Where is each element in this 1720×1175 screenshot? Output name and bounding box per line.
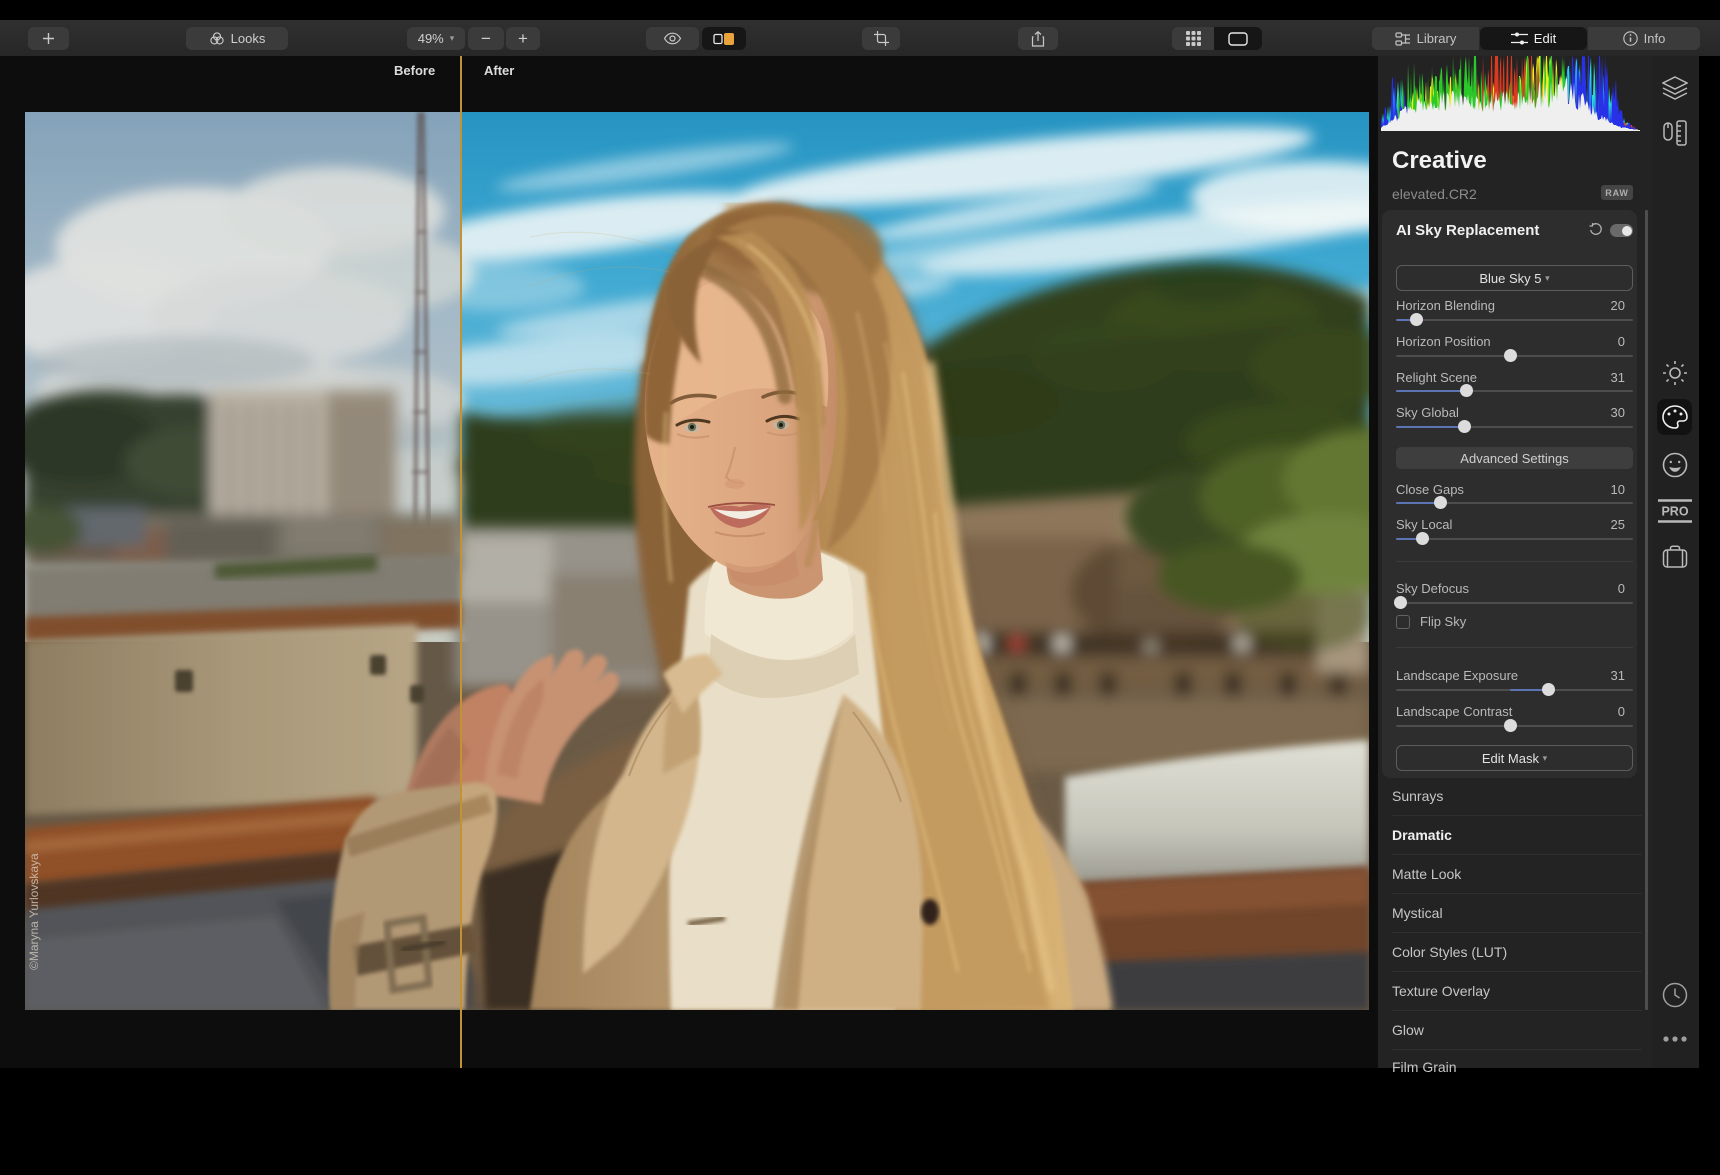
svg-text:©Maryna Yurlovskaya: ©Maryna Yurlovskaya xyxy=(27,853,41,970)
svg-text:PRO: PRO xyxy=(1661,505,1688,519)
